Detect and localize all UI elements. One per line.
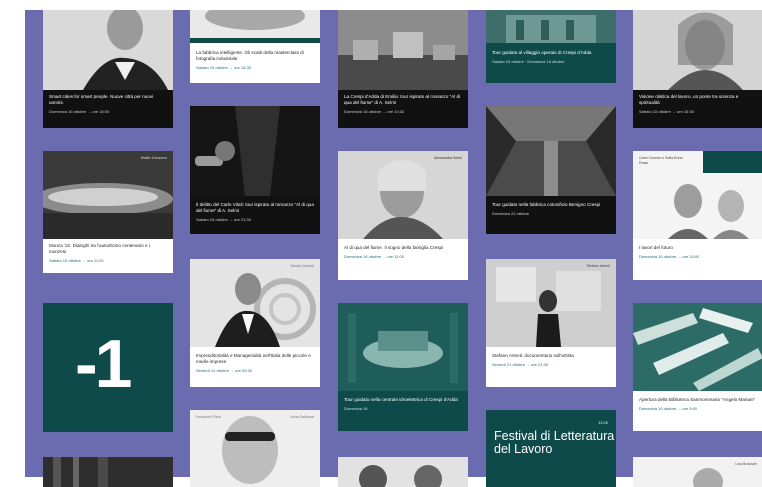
event-card[interactable]: Stefano Arienti Stefano Arienti: documen… xyxy=(486,259,616,387)
event-date: Sabato 15 ottobre → ore 21:00 xyxy=(196,217,251,222)
event-image xyxy=(190,10,320,43)
event-date: Sabato 15 ottobre → ore 11:00 xyxy=(49,258,104,263)
event-title: Tour guidato nella centrale idroelettric… xyxy=(344,397,458,402)
event-date: Domenica 16 ottobre → ore 11:00 xyxy=(344,254,404,259)
event-title: Il delitto del Carlo Vitali: tour ispira… xyxy=(196,202,314,213)
column-1: Smart cities for smart people. Nuove cit… xyxy=(43,0,173,487)
event-card[interactable]: La Crespi d'Adda di Emilia: tour ispirat… xyxy=(338,10,468,128)
column-3: La Crespi d'Adda di Emilia: tour ispirat… xyxy=(338,0,468,487)
event-card[interactable]: Sandro Danesi Imprenditorialità e Manage… xyxy=(190,259,320,387)
speaker-name: Anna Gallaone xyxy=(290,415,314,419)
festival-title: Festival di Letteratura del Lavoro xyxy=(494,429,615,456)
event-image: Lisa Brazzale xyxy=(633,457,762,487)
event-card[interactable] xyxy=(338,457,468,487)
speaker-name: Walter Consonni xyxy=(140,156,167,160)
event-date: Sabato 15 ottobre → ore 15:30 xyxy=(639,109,694,114)
event-image xyxy=(338,457,468,487)
event-image xyxy=(486,106,616,196)
speaker-name: Carlo Conese e Sofia Enna Rossi xyxy=(639,156,683,165)
event-card[interactable]: Smart cities for smart people. Nuove cit… xyxy=(43,10,173,128)
event-card[interactable]: Il delitto del Carlo Vitali: tour ispira… xyxy=(190,106,320,234)
event-title: Tour guidato al villaggio operaio di Cre… xyxy=(492,50,592,55)
event-image xyxy=(43,457,173,487)
column-2: La fabbrica intelligente. Gli scatti del… xyxy=(190,0,320,487)
event-card[interactable]: Walter Consonni Monza '22. Dialoghi tra … xyxy=(43,151,173,273)
event-card-minus-one[interactable]: -1 xyxy=(43,303,173,432)
event-date: Domenica 16 ottobre → ore 10:30 xyxy=(344,109,405,114)
event-title: Visione olistica del lavoro, un ponte tr… xyxy=(639,94,739,105)
event-title: Monza '22. Dialoghi tra l'autodromo cent… xyxy=(49,243,150,254)
event-image xyxy=(338,303,468,391)
event-image: Alessandra Selmi xyxy=(338,151,468,239)
event-title: Apertura della Biblioteca Sanmommaria "A… xyxy=(639,397,756,402)
speaker-name: Fernando Pizzo xyxy=(196,415,222,419)
event-title: La Crespi d'Adda di Emilia: tour ispirat… xyxy=(344,94,461,105)
event-card-festival[interactable]: Festival di Letteratura del Lavoro 11:00 xyxy=(486,410,616,487)
event-image xyxy=(486,10,616,43)
event-card[interactable]: Alessandra Selmi Al di qua del fiume. Il… xyxy=(338,151,468,280)
festival-meta: 11:00 xyxy=(598,420,608,425)
event-image xyxy=(190,106,320,196)
speaker-name: Stefano Arienti xyxy=(586,264,610,268)
event-date: Domenica 16 ottobre → ore 16:00 xyxy=(639,254,700,259)
big-number: -1 xyxy=(75,326,132,402)
event-card[interactable]: Tour guidato nella centrale idroelettric… xyxy=(338,303,468,431)
event-date: Domenica 16 xyxy=(344,406,368,411)
event-card[interactable] xyxy=(43,457,173,487)
event-date: Sabato 15 ottobre · Domenica 16 ottobre xyxy=(492,59,565,64)
event-title: Smart cities for smart people. Nuove cit… xyxy=(49,94,154,105)
event-image xyxy=(43,10,173,90)
column-5: Visione olistica del lavoro, un ponte tr… xyxy=(633,0,762,487)
event-card[interactable]: Carlo Conese e Sofia Enna Rossi I lavori… xyxy=(633,151,762,280)
event-image: Sandro Danesi xyxy=(190,259,320,347)
event-title: Stefano Arienti: documentario sull'artis… xyxy=(492,353,574,358)
column-4: Tour guidato al villaggio operaio di Cre… xyxy=(486,0,616,487)
event-title: Imprenditorialità e Managerialità nell'I… xyxy=(196,353,311,364)
event-date: Domenica 22 ottobre xyxy=(492,211,530,216)
event-card[interactable]: Lisa Brazzale xyxy=(633,457,762,487)
event-image: Fernando Pizzo Anna Gallaone xyxy=(190,410,320,487)
event-image: Carlo Conese e Sofia Enna Rossi xyxy=(633,151,762,239)
event-date: Domenica 16 ottobre → ore 16:00 xyxy=(49,109,110,114)
event-title: I lavori del futuro xyxy=(639,245,673,250)
event-date: Venerdì 14 ottobre → ore 09:30 xyxy=(196,368,253,373)
event-image xyxy=(633,10,762,90)
event-date: Domenica 16 ottobre → ore 9:00 xyxy=(639,406,698,411)
speaker-name: Sandro Danesi xyxy=(290,264,314,268)
event-card[interactable]: Tour guidato al villaggio operaio di Cre… xyxy=(486,10,616,83)
event-image xyxy=(633,303,762,391)
event-date: Venerdì 21 ottobre → ore 21:00 xyxy=(492,362,549,367)
event-date: Sabato 15 ottobre → ore 15:30 xyxy=(196,65,251,70)
event-title: Al di qua del fiume. Il sogno della fami… xyxy=(344,245,444,250)
event-card[interactable]: Visione olistica del lavoro, un ponte tr… xyxy=(633,10,762,128)
event-image xyxy=(338,10,468,90)
event-card[interactable]: Tour guidato nella fabbrica cotonificio … xyxy=(486,106,616,234)
event-image: Stefano Arienti xyxy=(486,259,616,347)
speaker-name: Alessandra Selmi xyxy=(434,156,462,160)
event-card[interactable]: La fabbrica intelligente. Gli scatti del… xyxy=(190,10,320,83)
speaker-name: Lisa Brazzale xyxy=(735,462,757,466)
event-card[interactable]: Fernando Pizzo Anna Gallaone xyxy=(190,410,320,487)
event-title: Tour guidato nella fabbrica cotonificio … xyxy=(492,202,601,207)
event-card[interactable]: Apertura della Biblioteca Sanmommaria "A… xyxy=(633,303,762,431)
event-image: Walter Consonni xyxy=(43,151,173,239)
event-title: La fabbrica intelligente. Gli scatti del… xyxy=(196,50,304,61)
